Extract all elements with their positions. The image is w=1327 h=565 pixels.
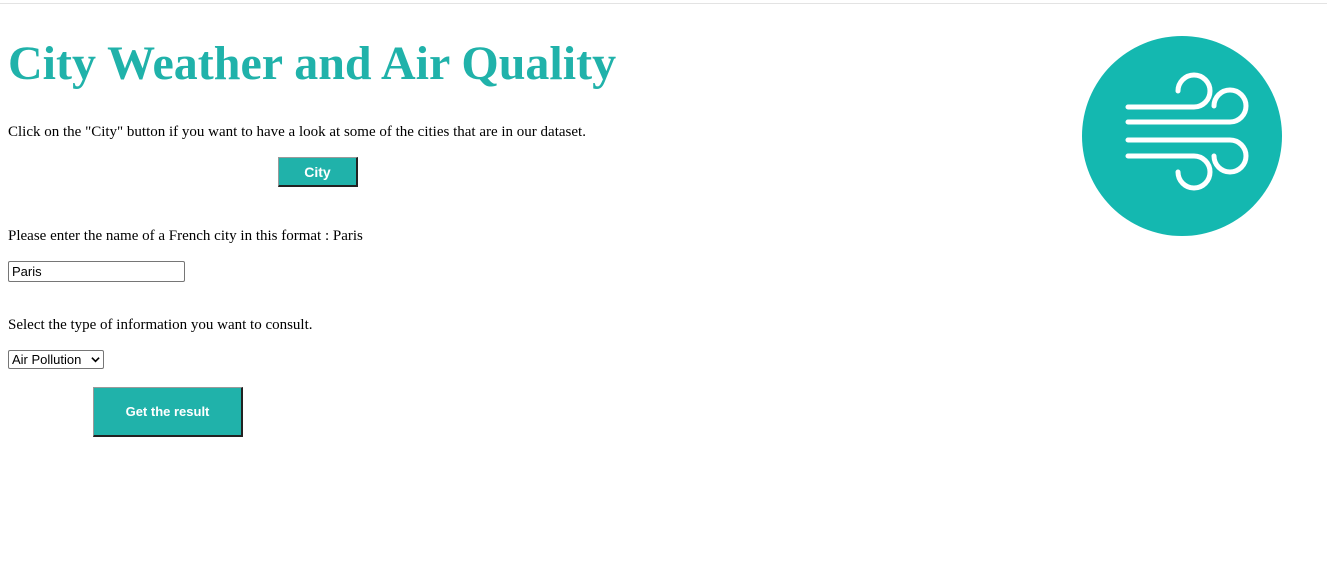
wind-icon	[1082, 36, 1282, 236]
chevron-down-icon	[91, 357, 100, 363]
info-type-select[interactable]: Air Pollution	[8, 350, 104, 369]
get-result-button[interactable]: Get the result	[93, 387, 243, 437]
info-type-selected-value: Air Pollution	[12, 352, 82, 367]
city-button[interactable]: City	[278, 157, 358, 187]
page-title: City Weather and Air Quality	[8, 37, 617, 90]
city-input[interactable]	[8, 261, 185, 282]
top-divider	[0, 3, 1327, 4]
city-input-label: Please enter the name of a French city i…	[8, 228, 363, 244]
info-type-label: Select the type of information you want …	[8, 317, 313, 333]
city-instruction-text: Click on the "City" button if you want t…	[8, 124, 586, 140]
